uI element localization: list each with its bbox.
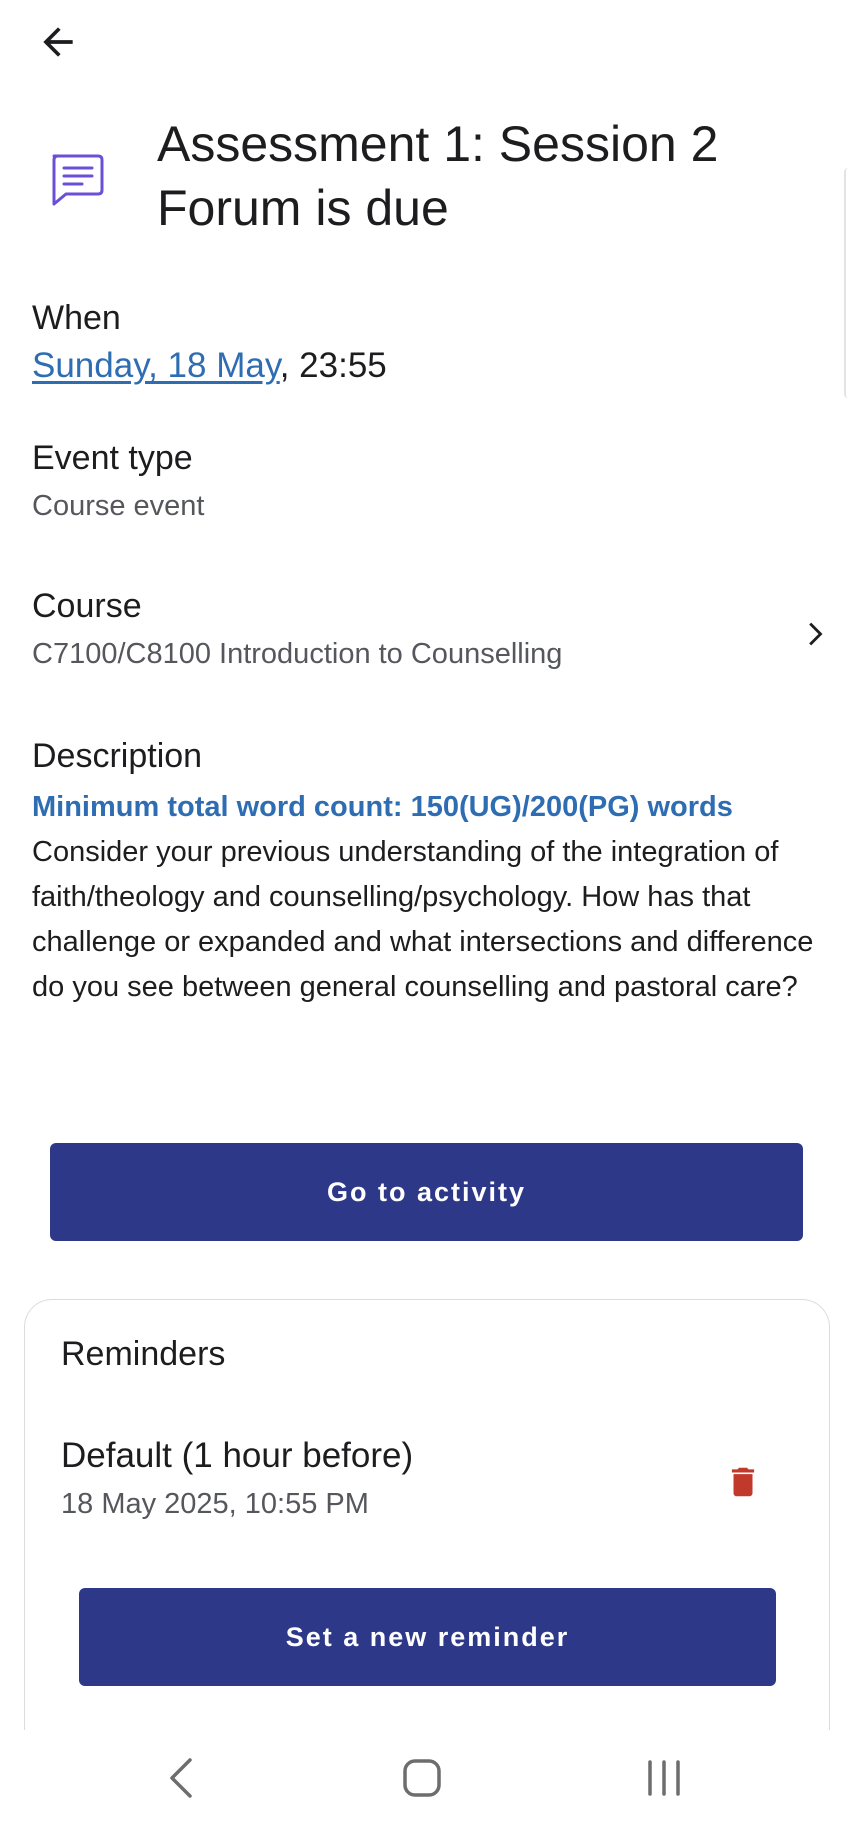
when-value: Sunday, 18 May, 23:55 [32, 344, 812, 388]
system-recents-button[interactable] [624, 1748, 704, 1808]
event-type-section: Event type Course event [32, 436, 812, 528]
course-name: C7100/C8100 Introduction to Counselling [32, 638, 563, 670]
forum-message-icon [44, 148, 108, 212]
event-title: Assessment 1: Session 2 Forum is due [157, 116, 719, 236]
when-label: When [32, 299, 121, 337]
set-new-reminder-button[interactable]: Set a new reminder [79, 1588, 776, 1686]
arrow-left-icon [43, 27, 73, 57]
when-section: When Sunday, 18 May, 23:55 [32, 296, 812, 388]
reminder-datetime: 18 May 2025, 10:55 PM [61, 1488, 369, 1520]
reminders-title: Reminders [61, 1335, 226, 1373]
go-to-activity-button[interactable]: Go to activity [50, 1143, 803, 1241]
course-section[interactable]: Course C7100/C8100 Introduction to Couns… [32, 584, 812, 676]
description-label: Description [32, 737, 203, 775]
reminder-name: Default (1 hour before) [61, 1436, 414, 1475]
nav-home-icon [403, 1759, 441, 1797]
event-detail-page: Assessment 1: Session 2 Forum is due Whe… [0, 0, 850, 1826]
back-button[interactable] [30, 14, 86, 70]
reminders-card: Reminders Default (1 hour before) 18 May… [24, 1299, 830, 1739]
chevron-right-icon [809, 622, 823, 646]
event-time: , 23:55 [279, 346, 387, 385]
description-body: Consider your previous understanding of … [32, 836, 814, 1003]
system-home-button[interactable] [382, 1748, 462, 1808]
system-back-button[interactable] [142, 1748, 222, 1808]
course-label: Course [32, 587, 142, 625]
event-type-value: Course event [32, 490, 205, 522]
course-open-button[interactable] [796, 612, 832, 656]
description-section: Description Minimum total word count: 15… [32, 734, 813, 1010]
system-navigation-bar [0, 1730, 850, 1826]
delete-reminder-button[interactable] [715, 1454, 771, 1510]
event-type-label: Event type [32, 439, 193, 477]
word-count-requirement: Minimum total word count: 150(UG)/200(PG… [32, 791, 733, 823]
nav-recents-icon [648, 1760, 680, 1796]
trash-icon [731, 1467, 755, 1497]
nav-back-icon [170, 1758, 192, 1798]
event-date-link[interactable]: Sunday, 18 May [32, 346, 280, 385]
scroll-indicator [844, 168, 850, 398]
